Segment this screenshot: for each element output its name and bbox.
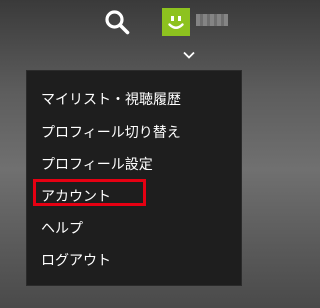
profile-name-blurred <box>196 14 228 26</box>
account-dropdown-menu: マイリスト・視聴履歴 プロフィール切り替え プロフィール設定 アカウント ヘルプ… <box>26 70 242 286</box>
menu-item-switch-profile[interactable]: プロフィール切り替え <box>41 121 181 145</box>
menu-item-logout[interactable]: ログアウト <box>41 249 111 273</box>
menu-item-help[interactable]: ヘルプ <box>41 217 83 241</box>
menu-item-mylist-history[interactable]: マイリスト・視聴履歴 <box>41 88 181 112</box>
chevron-down-icon[interactable] <box>182 50 196 60</box>
search-icon[interactable] <box>103 8 131 36</box>
top-bar <box>0 0 246 60</box>
smiley-avatar-icon <box>168 16 184 29</box>
menu-item-account[interactable]: アカウント <box>41 185 111 209</box>
avatar[interactable] <box>162 8 190 36</box>
menu-item-profile-settings[interactable]: プロフィール設定 <box>41 153 153 177</box>
